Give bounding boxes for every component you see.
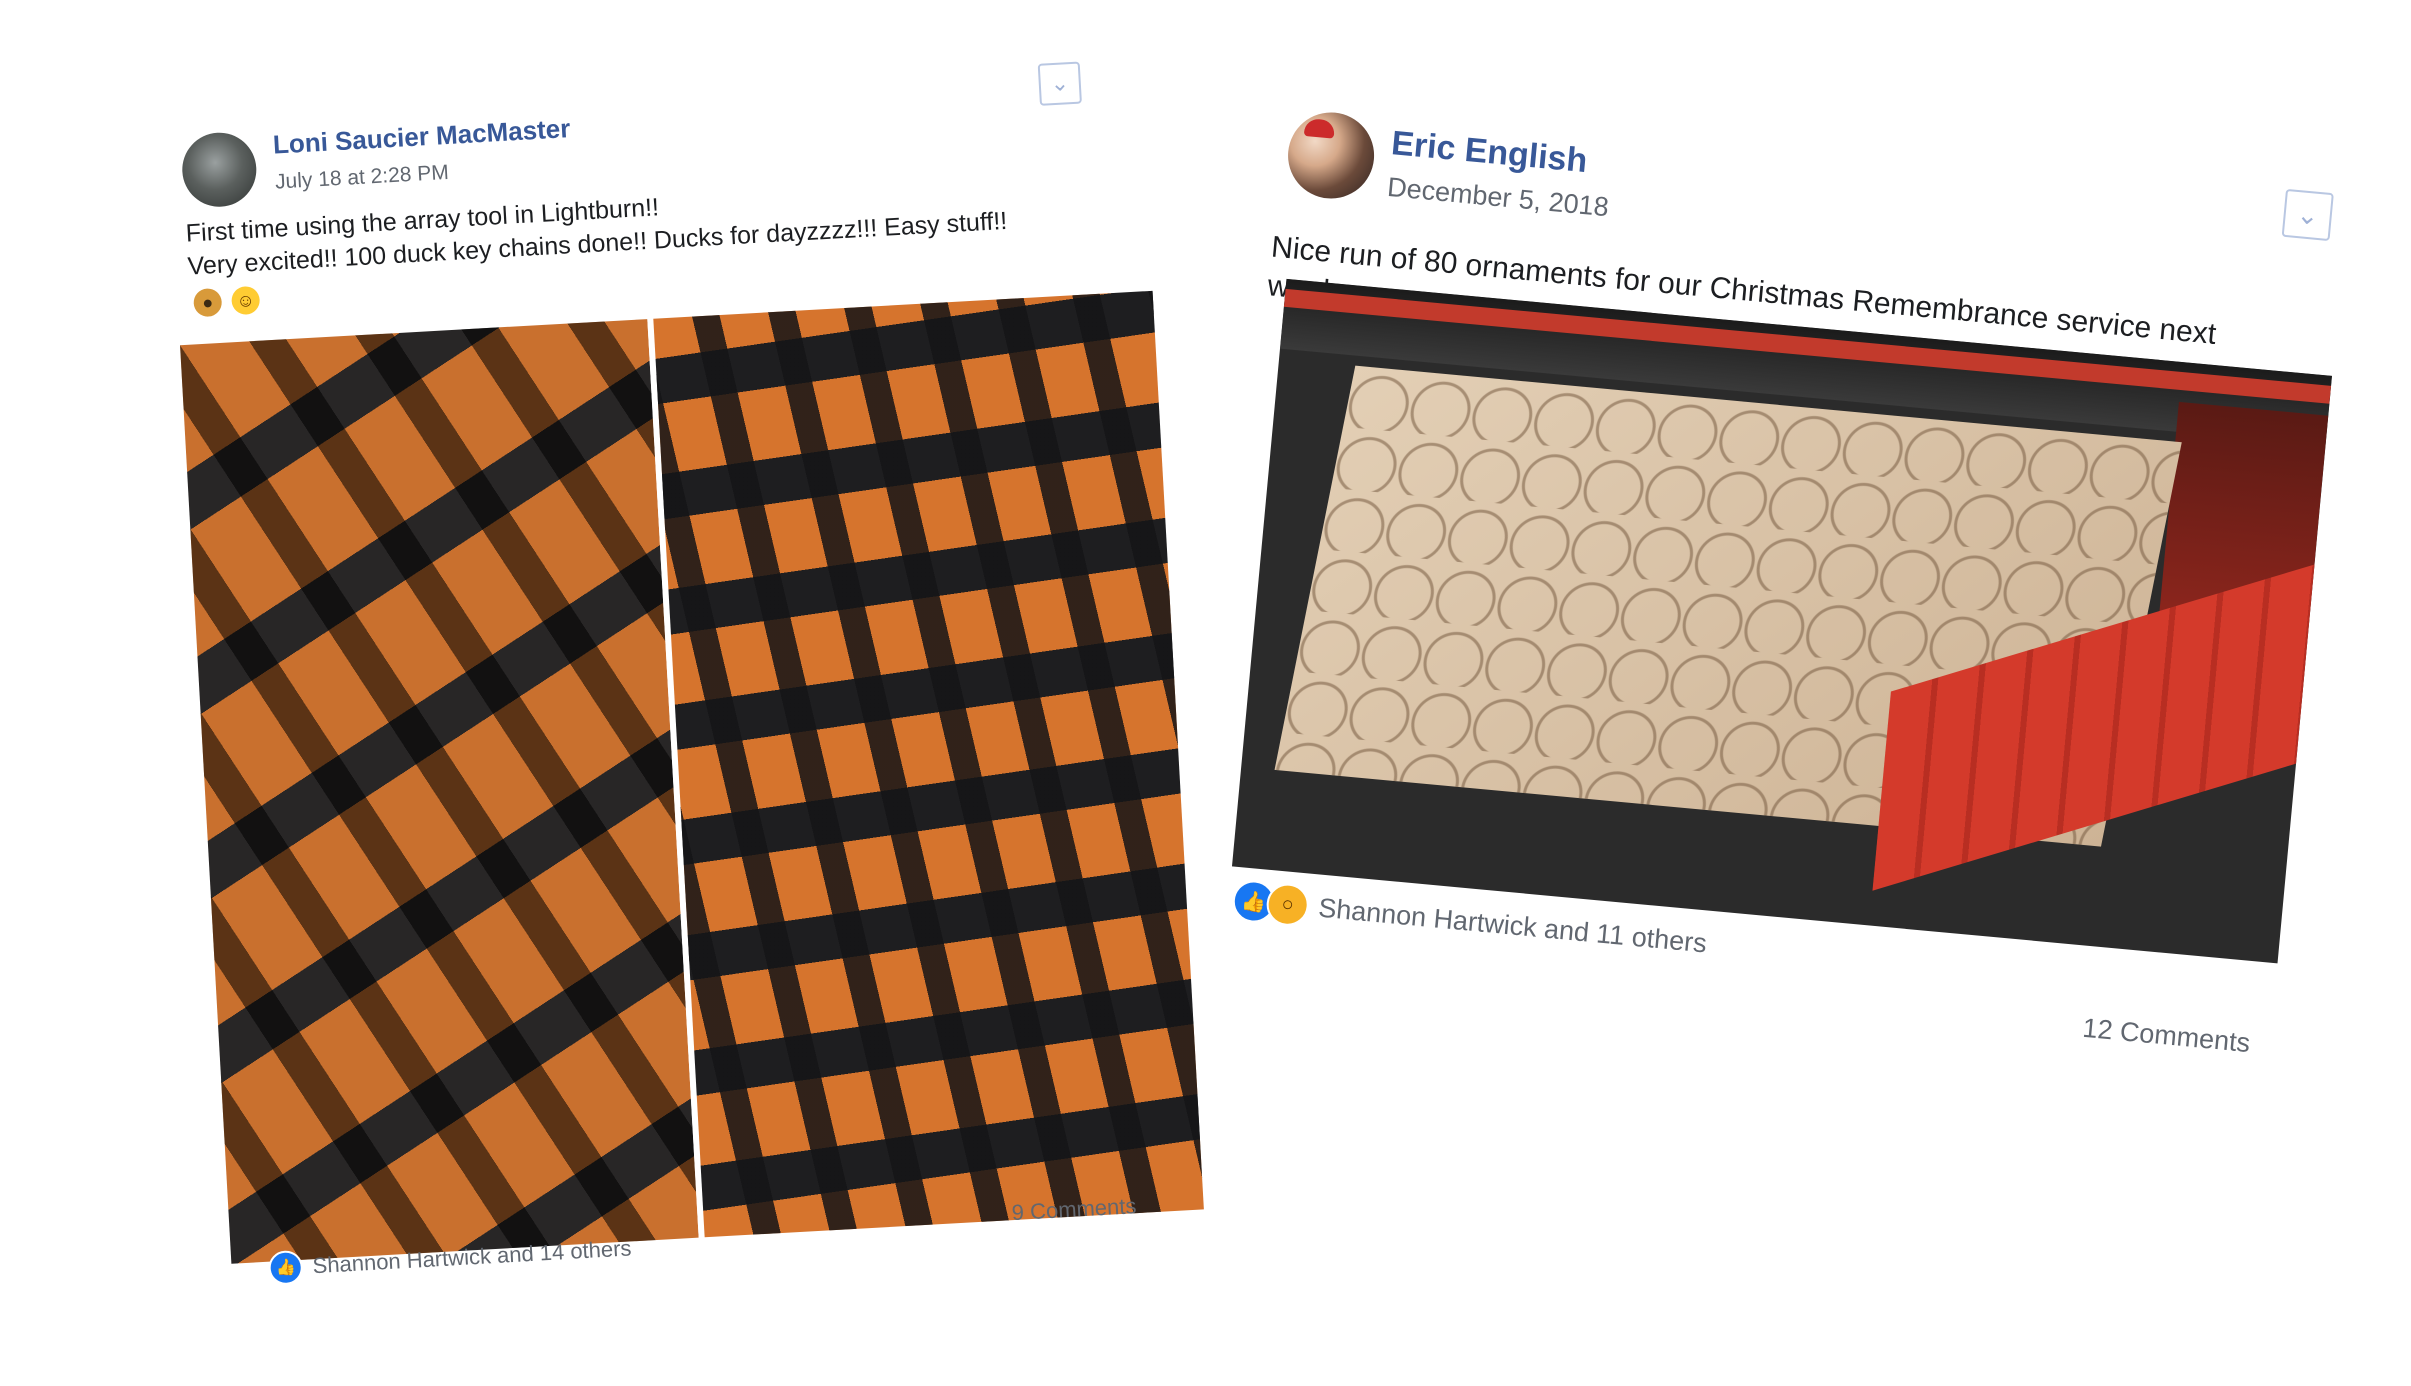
author-avatar[interactable]	[180, 130, 259, 209]
reaction-icons: 👍	[267, 1249, 304, 1286]
emoji-row: ● ☺	[192, 285, 261, 318]
post-photo-duck-keychains-closeup[interactable]	[180, 319, 699, 1264]
post-photo-laser-engraver-ornaments[interactable]	[1231, 278, 2332, 964]
comments-count-link[interactable]: 12 Comments	[2081, 1013, 2251, 1059]
author-name-link[interactable]: Loni Saucier MacMaster	[272, 113, 571, 161]
winking-tongue-emoji-icon: ☺	[230, 285, 261, 316]
chevron-down-icon: ⌄	[1049, 70, 1070, 97]
facebook-post-eric: Eric English December 5, 2018 ⌄ Nice run…	[1199, 100, 2356, 1126]
like-reaction-icon: 👍	[267, 1249, 304, 1286]
post-options-button[interactable]: ⌄	[1037, 61, 1082, 106]
comments-count-link[interactable]: 9 Comments	[1011, 1193, 1137, 1226]
wow-reaction-icon: ○	[1264, 881, 1311, 928]
avatar-cap-detail	[1303, 117, 1336, 139]
post-timestamp[interactable]: July 18 at 2:28 PM	[274, 161, 449, 195]
post-options-button[interactable]: ⌄	[2281, 188, 2334, 242]
author-name-link[interactable]: Eric English	[1390, 124, 1589, 181]
author-avatar[interactable]	[1284, 108, 1378, 203]
reaction-icons: 👍 ○	[1230, 878, 1311, 928]
chevron-down-icon: ⌄	[2295, 198, 2321, 231]
post-photo-duck-keychains-array[interactable]	[653, 290, 1204, 1238]
screenshot-canvas: Loni Saucier MacMaster July 18 at 2:28 P…	[0, 0, 2411, 1386]
duck-emoji-icon: ●	[192, 287, 223, 318]
facebook-post-loni: Loni Saucier MacMaster July 18 at 2:28 P…	[175, 0, 1243, 1286]
